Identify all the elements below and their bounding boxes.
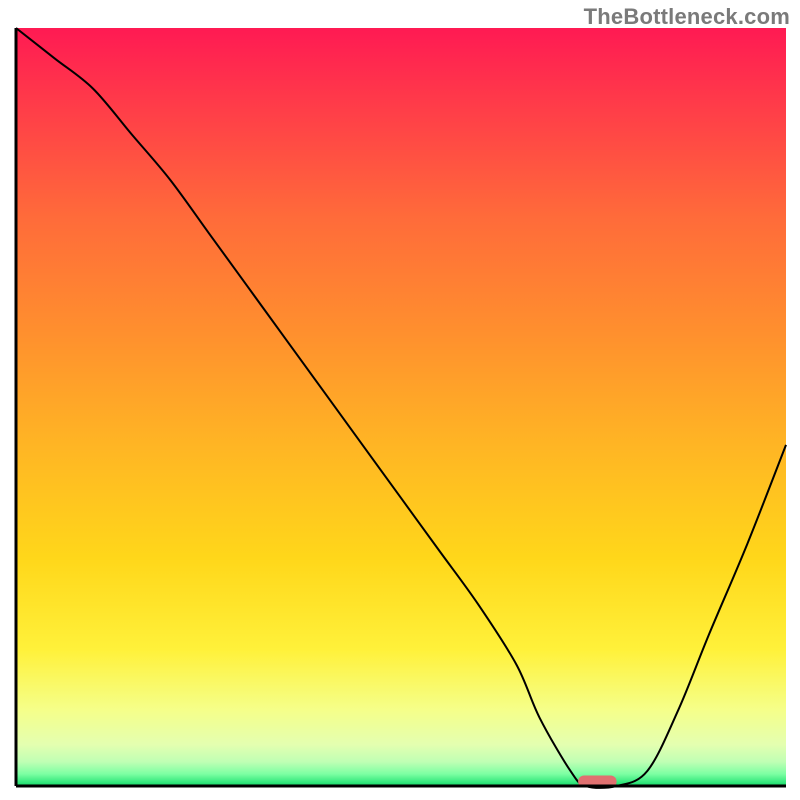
plot-background: [16, 28, 786, 786]
bottleneck-chart: TheBottleneck.com: [0, 0, 800, 800]
chart-canvas: [0, 0, 800, 800]
watermark-label: TheBottleneck.com: [584, 4, 790, 30]
